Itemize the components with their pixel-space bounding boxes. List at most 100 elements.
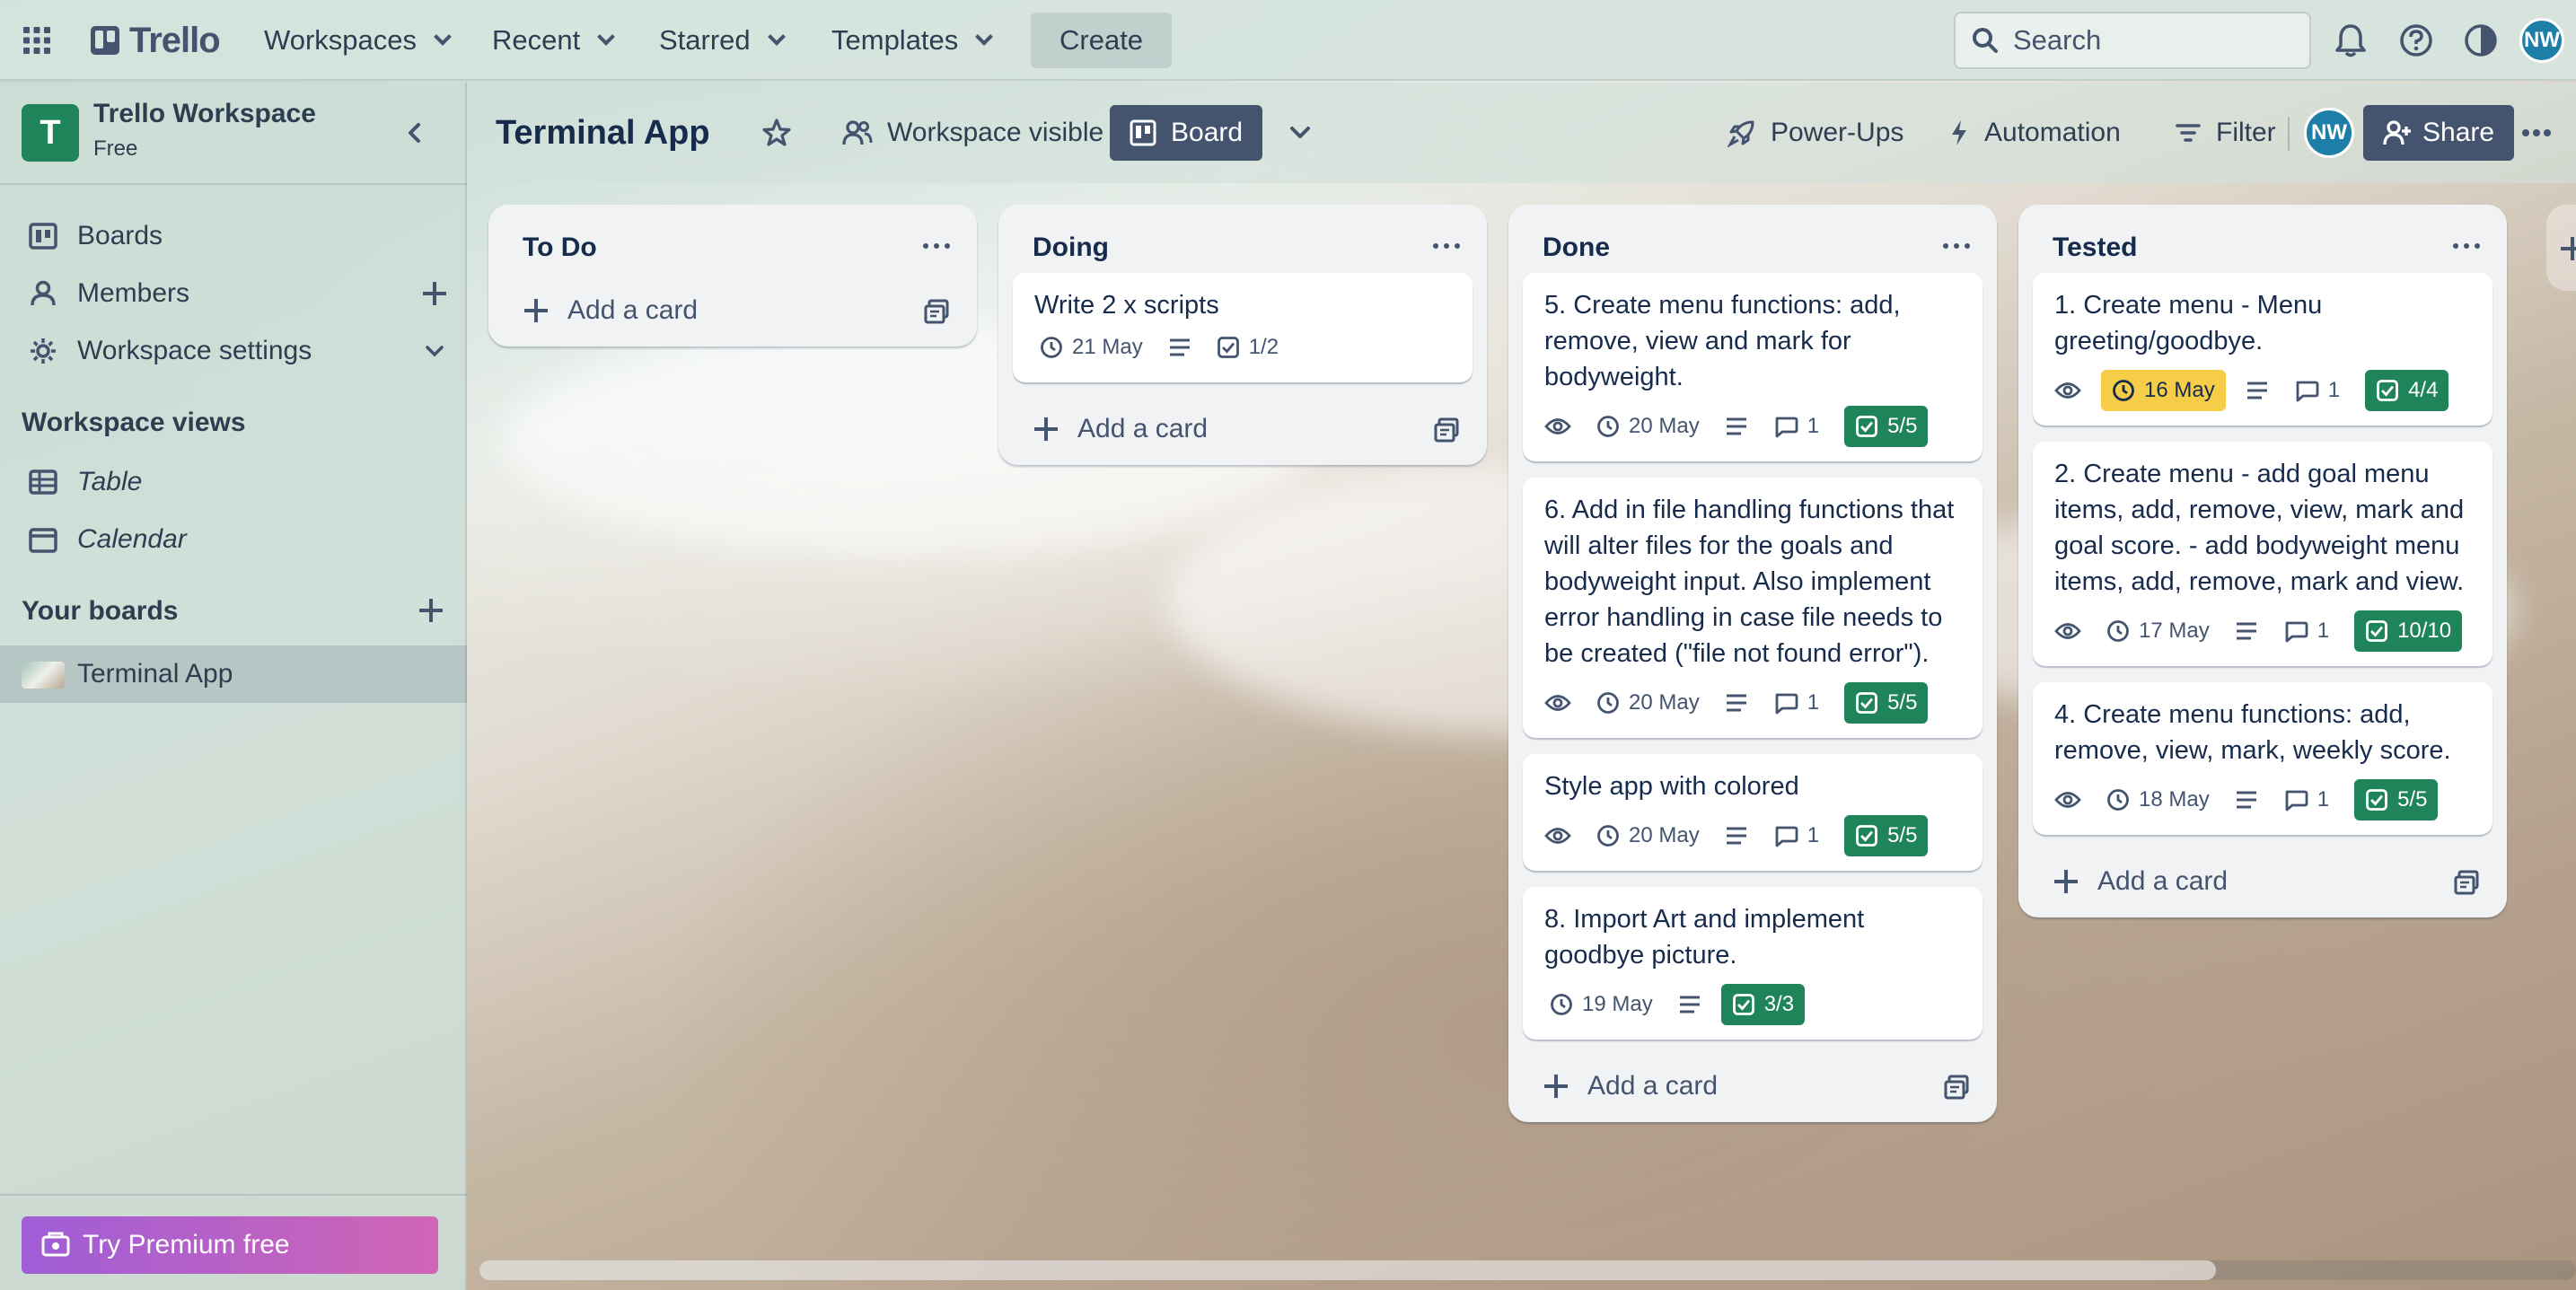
- due-date-badge[interactable]: 17 May: [2101, 610, 2215, 652]
- sidebar-item-boards[interactable]: Boards: [0, 208, 467, 264]
- clock-icon: [1041, 337, 1062, 358]
- plus-icon: [1543, 1073, 1569, 1100]
- clock-icon: [2113, 380, 2134, 401]
- card-title: Write 2 x scripts: [1034, 291, 1219, 320]
- starred-menu[interactable]: Starred: [645, 13, 797, 68]
- sidebar-item-calendar[interactable]: Calendar: [0, 512, 467, 567]
- board-menu-button[interactable]: [2509, 105, 2564, 161]
- notifications-button[interactable]: [2325, 13, 2376, 68]
- card-title: 1. Create menu - Menu greeting/goodbye.: [2054, 291, 2323, 355]
- account-menu[interactable]: NW: [2510, 13, 2573, 68]
- power-ups-label: Power-Ups: [1771, 118, 1904, 147]
- card-template-icon[interactable]: [1943, 1074, 1970, 1101]
- collapse-sidebar-button[interactable]: [399, 117, 431, 149]
- board-horizontal-scrollbar[interactable]: [479, 1260, 2576, 1280]
- card-template-icon[interactable]: [923, 298, 950, 325]
- star-board-button[interactable]: [751, 105, 803, 161]
- filter-button[interactable]: Filter: [2155, 105, 2296, 161]
- starred-label: Starred: [659, 24, 751, 56]
- list-menu-icon[interactable]: [1943, 243, 1970, 249]
- help-button[interactable]: [2390, 13, 2442, 68]
- card-badges: 20 May 1 5/5: [1544, 682, 1963, 724]
- due-date-badge[interactable]: 18 May: [2101, 779, 2215, 821]
- templates-menu[interactable]: Templates: [817, 13, 1005, 68]
- add-card-button[interactable]: Add a card: [488, 275, 977, 347]
- sidebar-item-members[interactable]: Members: [0, 266, 467, 321]
- automation-button[interactable]: Automation: [1929, 105, 2141, 161]
- checklist-text: 3/3: [1763, 992, 1795, 1016]
- sidebar-item-label: Table: [77, 467, 143, 496]
- card[interactable]: 6. Add in file handling functions that w…: [1523, 478, 1983, 738]
- board-member-avatar[interactable]: NW: [2295, 105, 2363, 161]
- due-date-badge[interactable]: 20 May: [1591, 682, 1705, 724]
- description-icon: [2236, 791, 2256, 809]
- card-template-icon[interactable]: [2453, 869, 2480, 896]
- visibility-button[interactable]: Workspace visible: [822, 105, 1123, 161]
- card[interactable]: 5. Create menu functions: add, remove, v…: [1523, 273, 1983, 461]
- workspace-header: T Trello Workspace Free: [0, 83, 467, 185]
- comments-badge: 1: [1768, 815, 1824, 856]
- board-view-label: Board: [1171, 118, 1244, 147]
- workspace-name[interactable]: Trello Workspace: [93, 99, 316, 129]
- help-icon: [2400, 24, 2432, 57]
- try-premium-button[interactable]: Try Premium free: [22, 1216, 438, 1274]
- customize-views-button[interactable]: [1273, 105, 1327, 161]
- sidebar-board-terminal-app[interactable]: Terminal App: [0, 645, 467, 703]
- create-button[interactable]: Create: [1031, 13, 1173, 68]
- app-switcher-button[interactable]: [13, 13, 61, 68]
- checklist-icon: [1856, 416, 1877, 437]
- card[interactable]: Write 2 x scripts 21 May 1/2: [1013, 273, 1473, 382]
- search-input[interactable]: Search: [1954, 12, 2311, 69]
- add-board-icon[interactable]: [418, 597, 444, 624]
- add-card-button[interactable]: Add a card: [1508, 1050, 1997, 1122]
- comment-icon: [1775, 826, 1798, 847]
- list-title[interactable]: Tested: [2053, 233, 2137, 263]
- sidebar-item-label: Boards: [77, 221, 163, 250]
- chevron-down-icon: [975, 28, 994, 46]
- list-title[interactable]: To Do: [523, 233, 597, 263]
- workspaces-menu[interactable]: Workspaces: [250, 13, 463, 68]
- card[interactable]: 1. Create menu - Menu greeting/goodbye. …: [2033, 273, 2492, 426]
- list-title[interactable]: Done: [1543, 233, 1610, 263]
- due-date-badge[interactable]: 19 May: [1544, 984, 1658, 1025]
- plus-icon: [523, 297, 549, 324]
- card-badges: 18 May 1 5/5: [2054, 779, 2473, 821]
- due-date-badge[interactable]: 20 May: [1591, 406, 1705, 447]
- share-button[interactable]: Share: [2363, 105, 2515, 161]
- card-badges: 21 May 1/2: [1034, 327, 1453, 368]
- card-template-icon[interactable]: [1433, 417, 1460, 443]
- list-menu-icon[interactable]: [2453, 243, 2480, 249]
- bell-icon: [2335, 24, 2366, 57]
- checklist-icon: [2366, 789, 2387, 811]
- add-card-button[interactable]: Add a card: [2018, 846, 2507, 917]
- add-list-button[interactable]: [2546, 205, 2576, 291]
- add-card-button[interactable]: Add a card: [998, 393, 1487, 465]
- due-date-badge[interactable]: 16 May: [2101, 370, 2226, 411]
- list-menu-icon[interactable]: [923, 243, 950, 249]
- card[interactable]: 4. Create menu functions: add, remove, v…: [2033, 682, 2492, 835]
- checklist-complete-badge: 5/5: [2354, 779, 2439, 821]
- due-date-badge[interactable]: 21 May: [1034, 327, 1148, 368]
- clock-icon: [1551, 994, 1572, 1015]
- trello-home-logo[interactable]: Trello: [75, 13, 234, 68]
- board-view-button[interactable]: Board: [1110, 105, 1263, 161]
- theme-toggle-button[interactable]: [2455, 13, 2507, 68]
- scrollbar-thumb[interactable]: [479, 1260, 2216, 1280]
- card[interactable]: 2. Create menu - add goal menu items, ad…: [2033, 442, 2492, 666]
- avatar: NW: [2304, 108, 2354, 158]
- add-member-icon[interactable]: [421, 280, 448, 307]
- list-title[interactable]: Doing: [1033, 233, 1109, 263]
- recent-menu[interactable]: Recent: [478, 13, 627, 68]
- sidebar-item-workspace-settings[interactable]: Workspace settings: [0, 323, 467, 379]
- watch-eye-icon: [1544, 695, 1571, 711]
- watch-eye-icon: [1544, 828, 1571, 844]
- sidebar-board-label: Terminal App: [77, 659, 233, 689]
- card[interactable]: Style app with colored 20 May 1 5/5: [1523, 754, 1983, 871]
- sidebar-item-table[interactable]: Table: [0, 454, 467, 510]
- power-ups-button[interactable]: Power-Ups: [1708, 105, 1923, 161]
- due-date-badge[interactable]: 20 May: [1591, 815, 1705, 856]
- premium-icon: [41, 1232, 70, 1257]
- board-title[interactable]: Terminal App: [476, 105, 730, 161]
- card[interactable]: 8. Import Art and implement goodbye pict…: [1523, 887, 1983, 1040]
- list-menu-icon[interactable]: [1433, 243, 1460, 249]
